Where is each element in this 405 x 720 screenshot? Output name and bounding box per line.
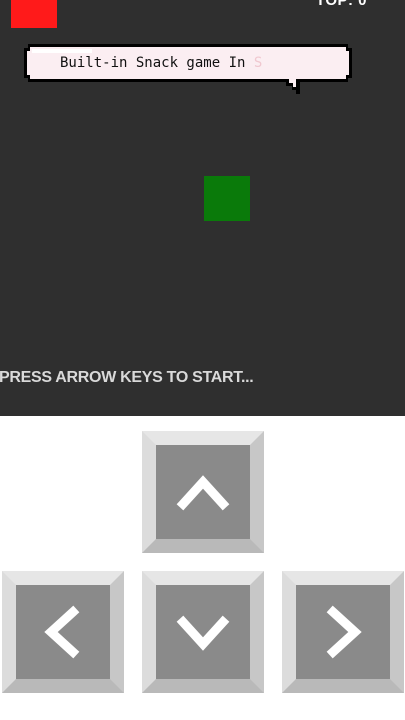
snake-segment xyxy=(204,176,250,221)
right-arrow-button[interactable] xyxy=(282,571,404,693)
top-score: TOP: 0 xyxy=(315,0,367,9)
left-arrow-button[interactable] xyxy=(2,571,124,693)
chevron-left-icon xyxy=(44,605,80,659)
speech-bubble: Built-in Snack game In S xyxy=(20,42,356,98)
down-arrow-button[interactable] xyxy=(142,571,264,693)
chevron-up-icon xyxy=(176,475,230,511)
up-arrow-button[interactable] xyxy=(142,431,264,553)
start-hint: PRESS ARROW KEYS TO START... xyxy=(0,369,254,386)
bubble-faded-text: S xyxy=(253,55,263,71)
food-block xyxy=(11,0,57,28)
bubble-main-text: Built-in Snack game In xyxy=(60,55,246,71)
game-board: TOP: 0 Built-in Snack game In S PRESS AR… xyxy=(0,0,405,416)
bubble-text: Built-in Snack game In S xyxy=(40,47,356,79)
chevron-right-icon xyxy=(326,605,362,659)
chevron-down-icon xyxy=(176,615,230,651)
